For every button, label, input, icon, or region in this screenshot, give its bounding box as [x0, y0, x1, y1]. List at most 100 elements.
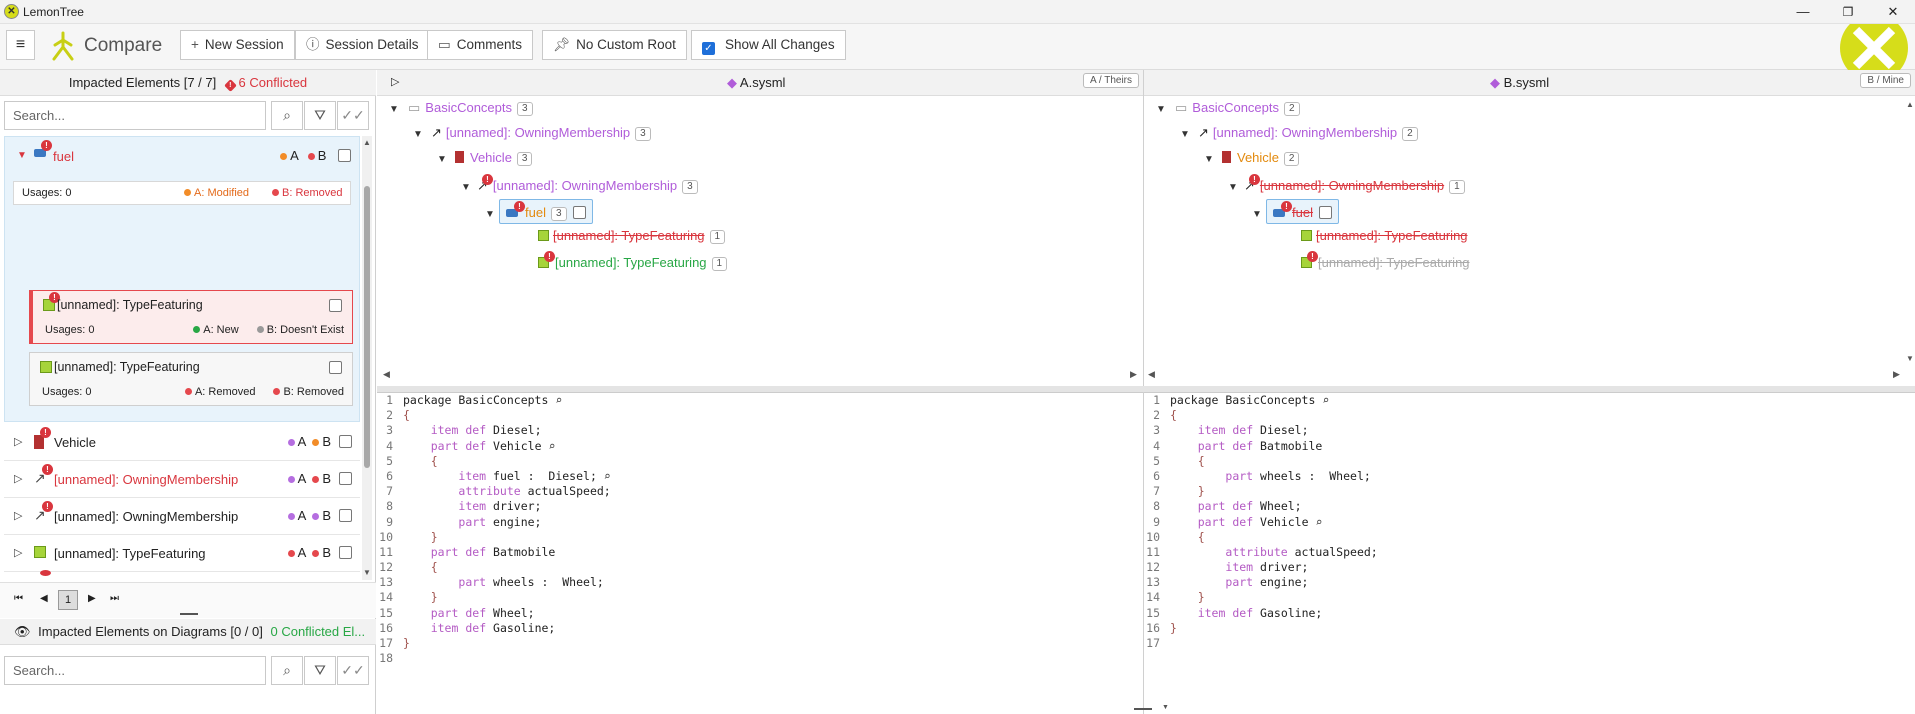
typefeaturing-card-1[interactable]: ! [unnamed]: TypeFeaturing Usages: 0 A: …: [29, 290, 353, 344]
fuel-selected[interactable]: ! fuel 3: [499, 199, 593, 224]
current-page[interactable]: 1: [58, 590, 78, 610]
list-item-typefeaturing[interactable]: ▷ [unnamed]: TypeFeaturing AB: [4, 535, 360, 572]
tree-b-node-package[interactable]: ▼ ▭ BasicConcepts 2: [1156, 98, 1300, 118]
line-number: 18: [379, 651, 393, 666]
tree-b-node-vehicle[interactable]: ▼ Vehicle 2: [1204, 148, 1300, 170]
list-item-owningmembership-1[interactable]: ▷ ↗ ! [unnamed]: OwningMembership AB: [4, 461, 360, 498]
check-all-button[interactable]: ✓✓: [337, 101, 369, 130]
tree-b-node-membership[interactable]: ▼ ↗ [unnamed]: OwningMembership 2: [1180, 123, 1418, 143]
tree-a-node-membership-2[interactable]: ▼ ↗! [unnamed]: OwningMembership 3: [461, 174, 698, 194]
collapse-icon[interactable]: ▼: [389, 100, 403, 120]
tree-b-scroll-up-icon[interactable]: ▲: [1906, 100, 1914, 109]
fuel-node-checkbox[interactable]: [1318, 206, 1332, 219]
collapse-icon[interactable]: ▼: [1228, 178, 1242, 198]
tree-b-node-fuel[interactable]: ▼! fuel: [1252, 199, 1339, 224]
new-session-button[interactable]: + New Session: [180, 30, 295, 60]
node-count: 1: [711, 257, 728, 271]
collapse-icon[interactable]: ▼: [1156, 100, 1170, 120]
collapse-left-icon[interactable]: ▷: [391, 75, 399, 88]
list-item-vehicle[interactable]: ▷ ! Vehicle AB: [4, 424, 360, 461]
tree-b-node-membership-2[interactable]: ▼ ↗! [unnamed]: OwningMembership 1: [1228, 174, 1465, 194]
tree-a-node-typefeaturing-2[interactable]: ! [unnamed]: TypeFeaturing 1: [538, 251, 728, 271]
menu-button[interactable]: ≡: [6, 30, 35, 60]
line-number: 11: [379, 544, 393, 559]
collapse-icon[interactable]: ▼: [485, 205, 499, 225]
fuel-label[interactable]: fuel: [53, 149, 74, 164]
first-page-icon[interactable]: ⏮: [14, 593, 23, 604]
conflicted-count: 6 Conflicted: [238, 75, 308, 90]
row-checkbox[interactable]: [339, 509, 352, 522]
close-button[interactable]: ✕: [1880, 2, 1906, 22]
find-usage-icon[interactable]: ⌕: [548, 393, 562, 407]
title-bar: ✕ LemonTree — ❐ ✕: [0, 0, 1915, 24]
tree-b-scroll-right-icon[interactable]: ▶: [1893, 369, 1900, 380]
tree-a-node-typefeaturing-1[interactable]: [unnamed]: TypeFeaturing 1: [538, 226, 726, 246]
tree-a-node-membership[interactable]: ▼ ↗ [unnamed]: OwningMembership 3: [413, 123, 651, 143]
tree-b-node-typefeaturing-1[interactable]: [unnamed]: TypeFeaturing: [1301, 226, 1468, 246]
card-checkbox[interactable]: [329, 299, 342, 312]
card-checkbox[interactable]: [329, 361, 342, 374]
splitter-handle[interactable]: [180, 613, 198, 615]
expand-icon[interactable]: ▷: [14, 546, 22, 559]
collapse-icon[interactable]: ▼: [437, 150, 451, 170]
impacted-search-input[interactable]: Search...: [4, 101, 266, 130]
typefeaturing-card-2[interactable]: [unnamed]: TypeFeaturing Usages: 0 A: Re…: [29, 352, 353, 406]
tree-b-node-typefeaturing-2[interactable]: ! [unnamed]: TypeFeaturing: [1301, 251, 1470, 271]
fuel-node-checkbox[interactable]: [572, 206, 586, 219]
find-usage-icon[interactable]: ⌕: [542, 439, 555, 453]
diagrams-filter-button[interactable]: ⛛: [304, 656, 336, 685]
search-button[interactable]: ⌕: [271, 101, 303, 130]
code-editor-b[interactable]: 1 package BasicConcepts ⌕ 2{3 item def Die…: [1144, 392, 1915, 712]
list-item-owningmembership-2[interactable]: ▷ ↗ ! [unnamed]: OwningMembership AB: [4, 498, 360, 535]
prev-page-icon[interactable]: ◀: [40, 593, 48, 604]
tree-a-node-vehicle[interactable]: ▼ Vehicle 3: [437, 148, 533, 170]
filter-button[interactable]: ⛛: [304, 101, 336, 130]
diagrams-search-input[interactable]: Search...: [4, 656, 266, 685]
tree-a-scroll-left-icon[interactable]: ◀: [383, 369, 390, 380]
scroll-up-icon[interactable]: ▲: [363, 138, 371, 147]
tree-b-scroll-left-icon[interactable]: ◀: [1148, 369, 1155, 380]
tree-a-node-fuel[interactable]: ▼! fuel 3: [485, 199, 593, 224]
tree-a-node-package[interactable]: ▼ ▭ BasicConcepts 3: [389, 98, 533, 118]
tree-a-scroll-right-icon[interactable]: ▶: [1130, 369, 1137, 380]
diagrams-search-button[interactable]: ⌕: [271, 656, 303, 685]
expand-icon[interactable]: ▷: [14, 509, 22, 522]
diagrams-check-all-button[interactable]: ✓✓: [337, 656, 369, 685]
diagrams-title: Impacted Elements on Diagrams [0 / 0]: [38, 624, 263, 639]
eye-icon[interactable]: 👁︎: [14, 624, 31, 639]
no-custom-root-button[interactable]: 📌︎ No Custom Root: [542, 30, 687, 60]
scroll-down-icon[interactable]: ▼: [363, 568, 371, 577]
find-usage-icon[interactable]: ⌕: [597, 469, 611, 483]
row-checkbox[interactable]: [339, 435, 352, 448]
collapse-icon[interactable]: ▼: [1180, 125, 1194, 145]
minimize-button[interactable]: —: [1790, 2, 1816, 22]
scroll-thumb[interactable]: [364, 186, 370, 468]
expand-icon[interactable]: ▷: [14, 472, 22, 485]
find-usage-icon[interactable]: ⌕: [1309, 515, 1322, 529]
row-checkbox[interactable]: [339, 546, 352, 559]
collapse-icon[interactable]: ▼: [461, 178, 475, 198]
code-editor-a[interactable]: 1 package BasicConcepts ⌕ 2{3 item def Die…: [377, 392, 1143, 712]
maximize-button[interactable]: ❐: [1835, 2, 1861, 22]
next-page-icon[interactable]: ▶: [88, 593, 96, 604]
comments-button[interactable]: ▭ Comments: [427, 30, 534, 60]
list-scrollbar[interactable]: ▲ ▼: [362, 136, 372, 580]
line-number: 10: [379, 529, 393, 544]
bottom-expand-icon[interactable]: ▼: [1162, 704, 1169, 711]
collapse-icon[interactable]: ▼: [413, 125, 427, 145]
expand-icon[interactable]: ▷: [14, 435, 22, 448]
collapse-icon[interactable]: ▼: [1252, 205, 1266, 225]
collapse-icon[interactable]: ▼: [1204, 150, 1218, 170]
session-details-button[interactable]: ⓘ Session Details: [295, 30, 430, 60]
row-checkbox[interactable]: [339, 472, 352, 485]
fuel-checkbox[interactable]: [338, 149, 351, 162]
collapse-icon[interactable]: ▼: [17, 150, 27, 161]
code-line: 11 attribute actualSpeed;: [1144, 545, 1915, 560]
fuel-selected[interactable]: ! fuel: [1266, 199, 1339, 224]
tree-b-scroll-down-icon[interactable]: ▼: [1906, 354, 1914, 363]
show-all-changes-toggle[interactable]: ✓ Show All Changes: [691, 30, 846, 60]
bottom-splitter-handle[interactable]: [1134, 708, 1152, 710]
checkbox-checked-icon: ✓: [702, 42, 715, 55]
last-page-icon[interactable]: ⏭: [110, 593, 119, 604]
find-usage-icon[interactable]: ⌕: [1315, 393, 1329, 407]
